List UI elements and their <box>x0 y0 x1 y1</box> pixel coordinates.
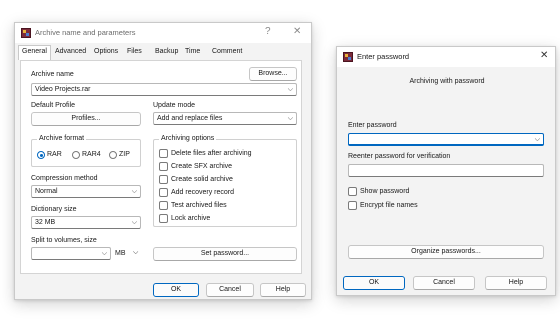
delete-files-checkbox[interactable] <box>159 149 168 158</box>
password-dialog-title: Enter password <box>357 52 410 61</box>
show-password-label: Show password <box>360 188 410 195</box>
dictionary-size-label: Dictionary size <box>31 206 77 213</box>
cancel-button[interactable]: Cancel <box>413 276 475 290</box>
password-dialog-titlebar: Enter password ✕ <box>337 47 555 67</box>
enter-password-field[interactable]: ⌵ <box>348 133 544 146</box>
enter-password-label: Enter password <box>348 122 397 129</box>
reenter-password-label: Reenter password for verification <box>348 153 451 160</box>
archive-name-value: Video Projects.rar <box>35 86 91 93</box>
archiving-options-label: Archiving options <box>159 135 217 142</box>
help-button[interactable]: Help <box>485 276 547 290</box>
chevron-down-icon: ⌵ <box>131 188 137 195</box>
update-mode-value: Add and replace files <box>157 115 223 122</box>
ok-button[interactable]: OK <box>153 283 199 297</box>
chevron-down-icon: ⌵ <box>131 219 137 226</box>
create-sfx-label: Create SFX archive <box>171 163 233 170</box>
split-unit-label: MB <box>115 250 126 257</box>
format-zip-label: ZIP <box>119 151 130 158</box>
general-tab-panel: Archive name Browse... Video Projects.ra… <box>20 60 302 274</box>
dictionary-size-select[interactable]: 32 MB ⌵ <box>31 216 141 229</box>
delete-files-label: Delete files after archiving <box>171 150 252 157</box>
winrar-app-icon <box>21 28 31 38</box>
set-password-button[interactable]: Set password... <box>153 247 297 261</box>
test-archived-label: Test archived files <box>171 202 227 209</box>
split-volumes-label: Split to volumes, size <box>31 237 97 244</box>
close-icon[interactable]: ✕ <box>293 26 301 38</box>
archive-format-label: Archive format <box>37 135 87 142</box>
lock-archive-checkbox[interactable] <box>159 214 168 223</box>
chevron-down-icon: ⌵ <box>287 115 293 122</box>
recovery-record-label: Add recovery record <box>171 189 235 196</box>
chevron-down-icon: ⌵ <box>101 250 107 257</box>
recovery-record-checkbox[interactable] <box>159 188 168 197</box>
create-solid-label: Create solid archive <box>171 176 233 183</box>
compression-method-label: Compression method <box>31 175 98 182</box>
encrypt-names-checkbox[interactable] <box>348 201 357 210</box>
archive-format-group: Archive format RAR RAR4 ZIP <box>31 135 141 167</box>
reenter-password-field[interactable] <box>348 164 544 177</box>
dictionary-size-value: 32 MB <box>35 219 56 226</box>
profiles-button[interactable]: Profiles... <box>31 112 141 126</box>
default-profile-label: Default Profile <box>31 102 75 109</box>
test-archived-checkbox[interactable] <box>159 201 168 210</box>
cancel-button[interactable]: Cancel <box>206 283 254 297</box>
show-password-checkbox[interactable] <box>348 187 357 196</box>
tab-general[interactable]: General <box>18 45 51 60</box>
tab-backup[interactable]: Backup <box>155 46 178 60</box>
format-rar-label: RAR <box>47 151 62 158</box>
radio-zip[interactable] <box>109 151 117 159</box>
create-sfx-checkbox[interactable] <box>159 162 168 171</box>
archive-name-label: Archive name <box>31 71 74 78</box>
encrypt-names-label: Encrypt file names <box>360 202 418 209</box>
archiving-options-group: Archiving options Delete files after arc… <box>153 135 297 227</box>
archive-name-combo[interactable]: Video Projects.rar ⌵ <box>31 83 297 96</box>
password-dialog-subtitle: Archiving with password <box>409 78 485 85</box>
tab-files[interactable]: Files <box>127 46 142 60</box>
lock-archive-label: Lock archive <box>171 215 211 222</box>
password-dialog: Enter password ✕ Archiving with password… <box>336 46 556 296</box>
archive-dialog-titlebar: Archive name and parameters ? ✕ <box>15 23 311 43</box>
radio-rar4[interactable] <box>72 151 80 159</box>
format-rar4-label: RAR4 <box>82 151 101 158</box>
close-icon[interactable]: ✕ <box>540 50 548 62</box>
help-button[interactable]: Help <box>260 283 306 297</box>
archive-dialog-title: Archive name and parameters <box>35 28 136 37</box>
compression-method-value: Normal <box>35 188 58 195</box>
chevron-down-icon: ⌵ <box>534 136 540 143</box>
compression-method-select[interactable]: Normal ⌵ <box>31 185 141 198</box>
ok-button[interactable]: OK <box>343 276 405 290</box>
help-icon[interactable]: ? <box>265 26 271 38</box>
tab-comment[interactable]: Comment <box>212 46 242 60</box>
tab-time[interactable]: Time <box>185 46 200 60</box>
winrar-app-icon <box>343 52 353 62</box>
tab-options[interactable]: Options <box>94 46 118 60</box>
organize-passwords-button[interactable]: Organize passwords... <box>348 245 544 259</box>
browse-button[interactable]: Browse... <box>249 67 297 81</box>
tab-advanced[interactable]: Advanced <box>55 46 86 60</box>
radio-rar[interactable] <box>37 151 45 159</box>
update-mode-label: Update mode <box>153 102 196 109</box>
chevron-down-icon[interactable]: ⌵ <box>133 249 138 257</box>
split-volumes-input[interactable]: ⌵ <box>31 247 111 260</box>
chevron-down-icon: ⌵ <box>287 86 293 93</box>
create-solid-checkbox[interactable] <box>159 175 168 184</box>
update-mode-select[interactable]: Add and replace files ⌵ <box>153 112 297 125</box>
